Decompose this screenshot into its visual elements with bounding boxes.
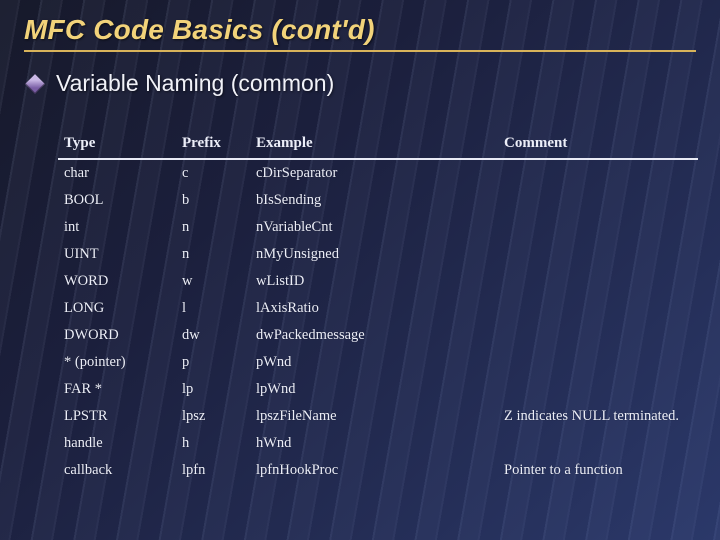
cell-type: WORD (58, 268, 176, 295)
cell-comment (498, 241, 698, 268)
cell-prefix: n (176, 214, 250, 241)
cell-prefix: c (176, 159, 250, 187)
cell-comment (498, 268, 698, 295)
slide-title: MFC Code Basics (cont'd) (24, 14, 696, 46)
cell-comment (498, 187, 698, 214)
cell-type: * (pointer) (58, 349, 176, 376)
col-header-type: Type (58, 131, 176, 159)
slide: MFC Code Basics (cont'd) Variable Naming… (0, 0, 720, 540)
cell-comment (498, 349, 698, 376)
cell-comment (498, 214, 698, 241)
table-header-row: Type Prefix Example Comment (58, 131, 698, 159)
table-row: UINT n nMyUnsigned (58, 241, 698, 268)
bullet-text: Variable Naming (common) (56, 70, 334, 97)
table-row: WORD w wListID (58, 268, 698, 295)
cell-example: dwPackedmessage (250, 322, 498, 349)
cell-type: LONG (58, 295, 176, 322)
col-header-example: Example (250, 131, 498, 159)
table-row: BOOL b bIsSending (58, 187, 698, 214)
cell-type: callback (58, 457, 176, 484)
cell-comment (498, 322, 698, 349)
table-row: handle h hWnd (58, 430, 698, 457)
table-row: callback lpfn lpfnHookProc Pointer to a … (58, 457, 698, 484)
diamond-bullet-icon (25, 74, 45, 94)
cell-example: lpfnHookProc (250, 457, 498, 484)
cell-comment (498, 159, 698, 187)
title-underline (24, 50, 696, 52)
cell-example: wListID (250, 268, 498, 295)
cell-prefix: l (176, 295, 250, 322)
col-header-comment: Comment (498, 131, 698, 159)
cell-type: int (58, 214, 176, 241)
cell-prefix: h (176, 430, 250, 457)
cell-example: nMyUnsigned (250, 241, 498, 268)
cell-example: lAxisRatio (250, 295, 498, 322)
cell-type: handle (58, 430, 176, 457)
cell-type: LPSTR (58, 403, 176, 430)
cell-prefix: lpfn (176, 457, 250, 484)
cell-comment (498, 376, 698, 403)
cell-example: cDirSeparator (250, 159, 498, 187)
cell-prefix: dw (176, 322, 250, 349)
naming-table-wrap: Type Prefix Example Comment char c cDirS… (58, 131, 698, 484)
table-row: char c cDirSeparator (58, 159, 698, 187)
cell-example: nVariableCnt (250, 214, 498, 241)
cell-comment: Z indicates NULL terminated. (498, 403, 698, 430)
cell-type: BOOL (58, 187, 176, 214)
cell-prefix: lpsz (176, 403, 250, 430)
cell-example: lpWnd (250, 376, 498, 403)
cell-prefix: p (176, 349, 250, 376)
cell-comment (498, 295, 698, 322)
cell-comment (498, 430, 698, 457)
cell-comment: Pointer to a function (498, 457, 698, 484)
col-header-prefix: Prefix (176, 131, 250, 159)
cell-example: bIsSending (250, 187, 498, 214)
table-row: * (pointer) p pWnd (58, 349, 698, 376)
table-row: LONG l lAxisRatio (58, 295, 698, 322)
cell-prefix: b (176, 187, 250, 214)
naming-table: Type Prefix Example Comment char c cDirS… (58, 131, 698, 484)
table-row: FAR * lp lpWnd (58, 376, 698, 403)
cell-type: UINT (58, 241, 176, 268)
cell-prefix: n (176, 241, 250, 268)
cell-prefix: w (176, 268, 250, 295)
bullet-item: Variable Naming (common) (28, 70, 696, 97)
cell-example: pWnd (250, 349, 498, 376)
cell-prefix: lp (176, 376, 250, 403)
table-row: DWORD dw dwPackedmessage (58, 322, 698, 349)
table-row: int n nVariableCnt (58, 214, 698, 241)
cell-example: lpszFileName (250, 403, 498, 430)
table-row: LPSTR lpsz lpszFileName Z indicates NULL… (58, 403, 698, 430)
cell-example: hWnd (250, 430, 498, 457)
cell-type: FAR * (58, 376, 176, 403)
cell-type: char (58, 159, 176, 187)
table-body: char c cDirSeparator BOOL b bIsSending i… (58, 159, 698, 484)
cell-type: DWORD (58, 322, 176, 349)
